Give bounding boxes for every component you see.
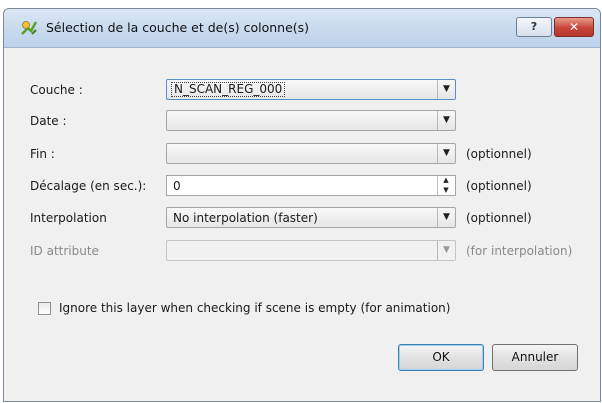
ignore-layer-checkbox[interactable] xyxy=(38,302,51,315)
date-label: Date : xyxy=(30,114,67,128)
interpolation-note: (optionnel) xyxy=(466,211,532,225)
interpolation-select[interactable]: No interpolation (faster) ▼ xyxy=(166,207,456,228)
layer-label: Couche : xyxy=(30,83,83,97)
end-select[interactable]: ▼ xyxy=(166,143,456,164)
arrow-up-icon[interactable]: ▲ xyxy=(438,176,454,185)
chevron-down-icon[interactable]: ▼ xyxy=(437,208,455,227)
offset-spinbox[interactable]: 0 ▲ ▼ xyxy=(166,175,456,196)
end-label: Fin : xyxy=(30,147,55,161)
dialog-window: Sélection de la couche et de(s) colonne(… xyxy=(3,8,601,402)
chevron-down-icon: ▼ xyxy=(437,241,455,260)
chevron-down-icon[interactable]: ▼ xyxy=(437,80,455,99)
close-button[interactable]: ✕ xyxy=(554,17,594,37)
help-button[interactable]: ? xyxy=(516,17,552,37)
title-bar[interactable]: Sélection de la couche et de(s) colonne(… xyxy=(4,9,600,48)
offset-label: Décalage (en sec.): xyxy=(30,179,147,193)
qgis-icon xyxy=(21,21,38,35)
spin-buttons: ▲ ▼ xyxy=(437,176,455,195)
window-title: Sélection de la couche et de(s) colonne(… xyxy=(46,20,310,35)
date-select[interactable]: ▼ xyxy=(166,110,456,131)
arrow-down-icon[interactable]: ▼ xyxy=(438,186,454,195)
interpolation-label: Interpolation xyxy=(30,211,107,225)
chevron-down-icon[interactable]: ▼ xyxy=(437,144,455,163)
id-attribute-note: (for interpolation) xyxy=(466,244,573,258)
end-note: (optionnel) xyxy=(466,147,532,161)
id-attribute-label: ID attribute xyxy=(30,244,99,258)
id-attribute-select: ▼ xyxy=(166,240,456,261)
offset-note: (optionnel) xyxy=(466,179,532,193)
ok-button[interactable]: OK xyxy=(398,344,484,371)
layer-value: N_SCAN_REG_000 xyxy=(171,82,286,97)
chevron-down-icon[interactable]: ▼ xyxy=(437,111,455,130)
offset-value: 0 xyxy=(173,179,181,193)
interpolation-value: No interpolation (faster) xyxy=(173,211,318,225)
layer-select[interactable]: N_SCAN_REG_000 ▼ xyxy=(166,79,456,100)
ignore-layer-label[interactable]: Ignore this layer when checking if scene… xyxy=(59,301,450,315)
cancel-button[interactable]: Annuler xyxy=(492,344,578,371)
